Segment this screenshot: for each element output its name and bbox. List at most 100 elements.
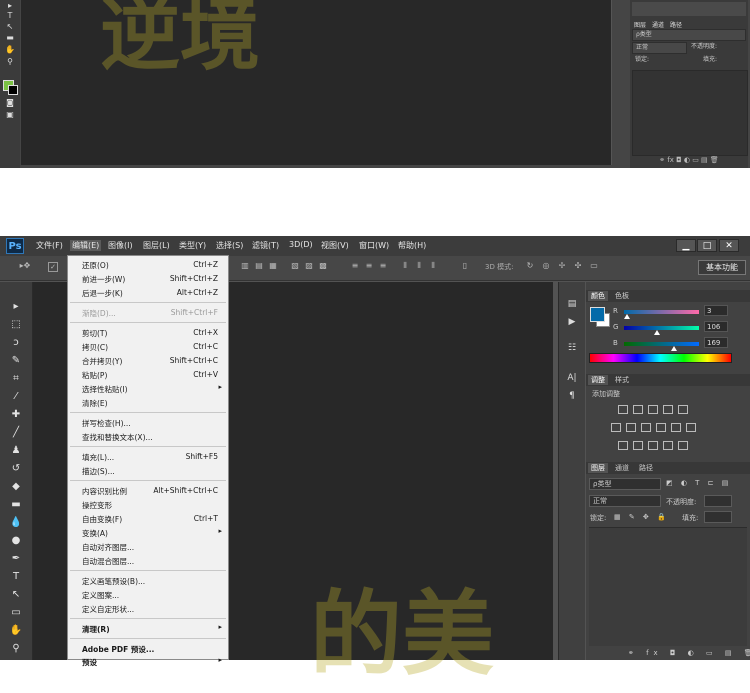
menu-item-auto-blend-layers[interactable]: 自动混合图层... — [68, 555, 228, 567]
fill-field[interactable] — [704, 511, 732, 523]
history-brush-tool-icon[interactable]: ↺ — [9, 462, 23, 476]
color-spectrum-bar[interactable] — [589, 353, 732, 363]
curves-adjustment-icon[interactable] — [648, 405, 658, 414]
move-tool-icon[interactable]: ▸ — [9, 300, 23, 314]
r-slider[interactable] — [624, 310, 699, 314]
pen-tool-icon[interactable]: ✒ — [9, 552, 23, 566]
background-color-swatch[interactable] — [8, 85, 18, 95]
photo-filter-adjustment-icon[interactable] — [656, 423, 666, 432]
gradient-tool-icon[interactable]: ▬ — [9, 498, 23, 512]
menu-layer[interactable]: 图层(L) — [143, 240, 170, 251]
menu-item-paste[interactable]: 粘贴(P) Ctrl+V — [68, 369, 228, 381]
menu-window[interactable]: 窗口(W) — [359, 240, 389, 251]
menu-edit[interactable]: 编辑(E) — [70, 240, 102, 251]
top-tab-channels[interactable]: 通道 — [652, 20, 664, 29]
tab-styles[interactable]: 样式 — [612, 375, 632, 385]
hue-saturation-adjustment-icon[interactable] — [611, 423, 621, 432]
menu-item-undo[interactable]: 还原(O) Ctrl+Z — [68, 259, 228, 271]
quick-selection-tool-icon[interactable]: ✎ — [9, 354, 23, 368]
menu-item-find-replace-text[interactable]: 查找和替换文本(X)... — [68, 431, 228, 443]
menu-image[interactable]: 图像(I) — [108, 240, 133, 251]
align-right-icon[interactable]: ▩ — [318, 261, 328, 271]
menu-item-presets[interactable]: 预设 ▸ — [68, 656, 228, 668]
minimize-button[interactable]: ▁ — [676, 239, 696, 252]
selective-color-adjustment-icon[interactable] — [678, 441, 688, 450]
history-panel-icon[interactable]: ▤ — [565, 298, 579, 310]
align-top-icon[interactable]: ▥ — [240, 261, 250, 271]
blur-tool-icon[interactable]: 💧 — [9, 516, 23, 530]
zoom-tool-icon[interactable]: ⚲ — [4, 57, 16, 66]
3d-pan-icon[interactable]: ✢ — [557, 261, 567, 271]
workspace-switcher-button[interactable]: 基本功能 — [698, 260, 746, 275]
distribute-vcenter-icon[interactable]: ≡ — [364, 261, 374, 271]
menu-select[interactable]: 选择(S) — [216, 240, 243, 251]
clone-stamp-tool-icon[interactable]: ♟ — [9, 444, 23, 458]
brightness-adjustment-icon[interactable] — [618, 405, 628, 414]
menu-item-copy[interactable]: 拷贝(C) Ctrl+C — [68, 341, 228, 353]
color-balance-adjustment-icon[interactable] — [626, 423, 636, 432]
eraser-tool-icon[interactable]: ◆ — [9, 480, 23, 494]
g-value-field[interactable]: 106 — [704, 321, 728, 332]
exposure-adjustment-icon[interactable] — [663, 405, 673, 414]
menu-item-check-spelling[interactable]: 拼写检查(H)... — [68, 417, 228, 429]
menu-filter[interactable]: 滤镜(T) — [252, 240, 279, 251]
distribute-right-icon[interactable]: ⫴ — [428, 261, 438, 271]
opacity-field[interactable] — [704, 495, 732, 507]
menu-item-fill[interactable]: 填充(L)... Shift+F5 — [68, 451, 228, 463]
g-slider-thumb[interactable] — [654, 330, 660, 335]
g-slider[interactable] — [624, 326, 699, 330]
threshold-adjustment-icon[interactable] — [648, 441, 658, 450]
layers-footer-icons[interactable]: ⚭ fx ◘ ◐ ▭ ▤ 🗑 — [628, 649, 750, 657]
gradient-map-adjustment-icon[interactable] — [663, 441, 673, 450]
r-slider-thumb[interactable] — [624, 314, 630, 319]
quick-mask-icon[interactable]: ◙ — [4, 98, 16, 107]
marquee-tool-icon[interactable]: ⬚ — [9, 318, 23, 332]
menu-item-step-backward[interactable]: 后退一步(K) Alt+Ctrl+Z — [68, 287, 228, 299]
menu-item-transform[interactable]: 变换(A) ▸ — [68, 527, 228, 539]
path-selection-tool-icon[interactable]: ↖ — [9, 588, 23, 602]
hand-tool-icon[interactable]: ✋ — [9, 624, 23, 638]
menu-item-purge[interactable]: 清理(R) ▸ — [68, 623, 228, 635]
top-tab-paths[interactable]: 路径 — [670, 20, 682, 29]
levels-adjustment-icon[interactable] — [633, 405, 643, 414]
hand-tool-icon[interactable]: ✋ — [4, 45, 16, 54]
invert-adjustment-icon[interactable] — [618, 441, 628, 450]
menu-item-stroke[interactable]: 描边(S)... — [68, 465, 228, 477]
color-lookup-adjustment-icon[interactable] — [686, 423, 696, 432]
crop-tool-icon[interactable]: ⌗ — [9, 372, 23, 386]
paragraph-panel-icon[interactable]: ¶ — [565, 390, 579, 402]
menu-item-content-aware-scale[interactable]: 内容识别比例 Alt+Shift+Ctrl+C — [68, 485, 228, 497]
top-tab-layers[interactable]: 图层 — [634, 20, 646, 29]
channel-mixer-adjustment-icon[interactable] — [671, 423, 681, 432]
type-tool-icon[interactable]: T — [4, 11, 16, 20]
tab-paths[interactable]: 路径 — [636, 463, 656, 473]
top-blend-mode[interactable]: 正常 — [632, 42, 687, 54]
menu-view[interactable]: 视图(V) — [321, 240, 349, 251]
blend-mode-select[interactable]: 正常 — [589, 495, 661, 507]
type-tool-icon[interactable]: T — [9, 570, 23, 584]
menu-item-adobe-pdf-presets[interactable]: Adobe PDF 预设... — [68, 643, 228, 655]
menu-item-paste-special[interactable]: 选择性粘贴(I) ▸ — [68, 383, 228, 395]
black-white-adjustment-icon[interactable] — [641, 423, 651, 432]
menu-3d[interactable]: 3D(D) — [289, 240, 313, 249]
layer-kind-filter[interactable]: ρ类型 — [589, 478, 661, 490]
eyedropper-tool-icon[interactable]: ⁄ — [9, 390, 23, 404]
properties-panel-icon[interactable]: ☷ — [565, 342, 579, 354]
distribute-top-icon[interactable]: ≡ — [350, 261, 360, 271]
lasso-tool-icon[interactable]: ↄ — [9, 336, 23, 350]
lock-icons[interactable]: ▦ ✎ ✥ 🔒 — [614, 513, 669, 521]
menu-item-step-forward[interactable]: 前进一步(W) Shift+Ctrl+Z — [68, 273, 228, 285]
top-kind-filter[interactable]: ρ类型 — [632, 29, 746, 41]
distribute-bottom-icon[interactable]: ≡ — [378, 261, 388, 271]
actions-panel-icon[interactable]: ▶ — [565, 316, 579, 328]
tab-adjustments[interactable]: 调整 — [588, 375, 608, 385]
b-value-field[interactable]: 169 — [704, 337, 728, 348]
tab-layers[interactable]: 图层 — [588, 463, 608, 473]
character-panel-icon[interactable]: A| — [565, 372, 579, 384]
tab-swatches[interactable]: 色板 — [612, 291, 632, 301]
b-slider-thumb[interactable] — [671, 346, 677, 351]
close-button[interactable]: ✕ — [719, 239, 739, 252]
brush-tool-icon[interactable]: ╱ — [9, 426, 23, 440]
maximize-button[interactable]: □ — [697, 239, 717, 252]
menu-item-free-transform[interactable]: 自由变换(F) Ctrl+T — [68, 513, 228, 525]
